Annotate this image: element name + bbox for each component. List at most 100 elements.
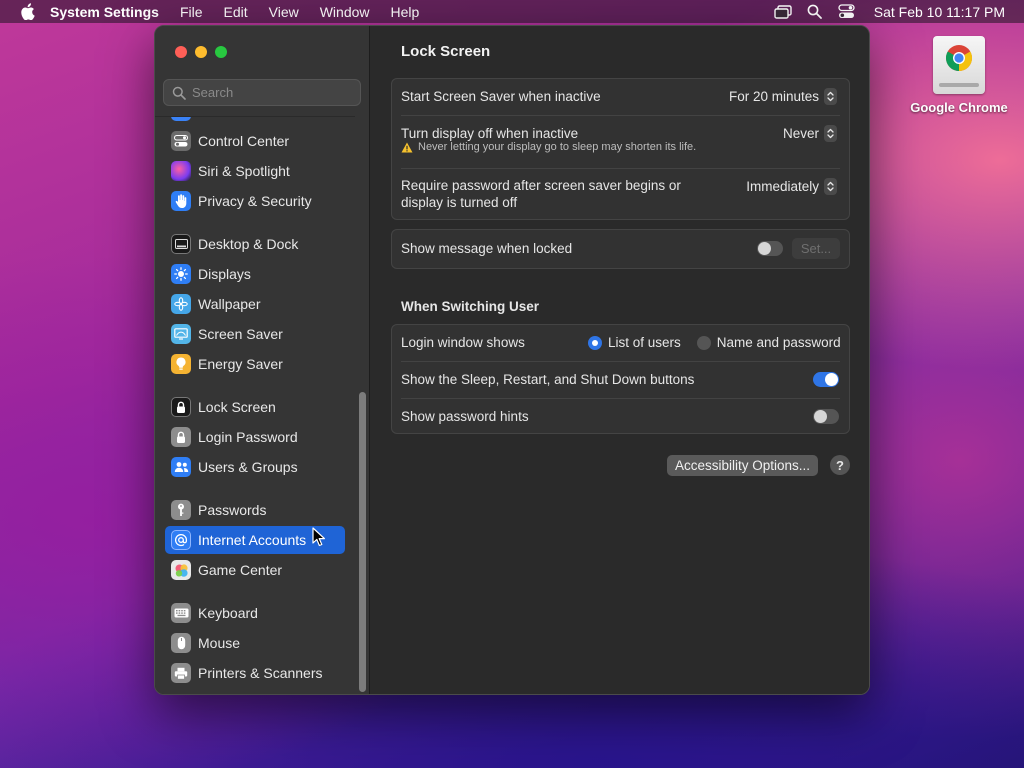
- menu-app-name[interactable]: System Settings: [50, 4, 159, 20]
- set-message-button[interactable]: Set...: [792, 238, 840, 259]
- require-password-popup[interactable]: Immediately: [746, 178, 837, 195]
- sidebar-item-privacy-security[interactable]: Privacy & Security: [165, 187, 345, 215]
- screen-saver-row: Start Screen Saver when inactive For 20 …: [392, 79, 849, 115]
- drive-slot: [939, 83, 979, 87]
- shutdown-buttons-toggle[interactable]: [813, 372, 839, 387]
- require-password-row: Require password after screen saver begi…: [392, 169, 849, 219]
- key-icon: [171, 500, 191, 520]
- sidebar-item-keyboard[interactable]: Keyboard: [165, 599, 345, 627]
- warning-text: Never letting your display go to sleep m…: [418, 141, 697, 153]
- chrome-icon: [945, 45, 973, 71]
- sidebar-item-siri-spotlight[interactable]: Siri & Spotlight: [165, 157, 345, 185]
- printer-icon: [171, 663, 191, 683]
- show-message-label: Show message when locked: [401, 241, 573, 256]
- sidebar-item-label: Siri & Spotlight: [198, 163, 290, 179]
- dock-icon: [171, 234, 191, 254]
- sidebar-item-game-center[interactable]: Game Center: [165, 556, 345, 584]
- screen-mirroring-icon[interactable]: [774, 4, 792, 20]
- siri-icon: [171, 161, 191, 181]
- search-field[interactable]: [163, 79, 361, 106]
- mouse-icon: [171, 633, 191, 653]
- sidebar-item-login-password[interactable]: Login Password: [165, 423, 345, 451]
- sidebar-item-mouse[interactable]: Mouse: [165, 629, 345, 657]
- lock-message-card: Show message when locked Set...: [391, 229, 850, 269]
- menu-window[interactable]: Window: [320, 4, 370, 20]
- menu-help[interactable]: Help: [391, 4, 420, 20]
- shutdown-buttons-row: Show the Sleep, Restart, and Shut Down b…: [392, 362, 849, 398]
- toggle-knob: [825, 373, 838, 386]
- screen-saver-popup[interactable]: For 20 minutes: [729, 88, 837, 105]
- sidebar-item-users-groups[interactable]: Users & Groups: [165, 453, 345, 481]
- minimize-button[interactable]: [195, 46, 207, 58]
- lock-icon: [171, 427, 191, 447]
- help-button[interactable]: ?: [830, 455, 850, 475]
- display-off-label: Turn display off when inactive: [401, 126, 579, 141]
- sidebar: Control Center Siri & Spotlight Privacy …: [155, 26, 370, 694]
- zoom-button[interactable]: [215, 46, 227, 58]
- sidebar-item-label: Privacy & Security: [198, 193, 312, 209]
- radio-label: Name and password: [716, 335, 841, 350]
- lightbulb-icon: [171, 354, 191, 374]
- shutdown-buttons-label: Show the Sleep, Restart, and Shut Down b…: [401, 372, 695, 387]
- sidebar-item-displays[interactable]: Displays: [165, 260, 345, 288]
- radio-dot: [588, 335, 602, 350]
- desktop-icon-google-chrome[interactable]: Google Chrome: [910, 36, 1008, 115]
- screen-saver-label: Start Screen Saver when inactive: [401, 89, 601, 104]
- sidebar-item-label: Printers & Scanners: [198, 665, 323, 681]
- radio-name-and-password[interactable]: Name and password: [696, 335, 841, 350]
- password-hints-toggle[interactable]: [813, 409, 839, 424]
- page-title: Lock Screen: [401, 43, 491, 60]
- require-password-value: Immediately: [746, 179, 819, 194]
- sidebar-item-label: Users & Groups: [198, 459, 298, 475]
- chevron-up-down-icon: [824, 178, 837, 195]
- sidebar-item-label: Screen Saver: [198, 326, 283, 342]
- login-window-radio-group: List of users Name and password: [588, 335, 841, 350]
- keyboard-icon: [171, 603, 191, 623]
- accessibility-options-button[interactable]: Accessibility Options...: [667, 455, 819, 476]
- login-window-row: Login window shows List of users Name an…: [392, 325, 849, 361]
- show-message-row: Show message when locked Set...: [392, 230, 849, 268]
- sidebar-item-wallpaper[interactable]: Wallpaper: [165, 290, 345, 318]
- search-icon: [172, 86, 186, 100]
- chevron-up-down-icon: [824, 125, 837, 142]
- sidebar-item-label: Keyboard: [198, 605, 258, 621]
- drive-icon: [933, 36, 985, 94]
- menu-file[interactable]: File: [180, 4, 203, 20]
- screen-saver-settings-card: Start Screen Saver when inactive For 20 …: [391, 78, 850, 220]
- control-center-icon: [171, 131, 191, 151]
- sidebar-item-label: Energy Saver: [198, 356, 283, 372]
- game-center-icon: [171, 560, 191, 580]
- search-input[interactable]: [192, 85, 352, 100]
- sleep-warning: Never letting your display go to sleep m…: [401, 141, 696, 153]
- menu-view[interactable]: View: [269, 4, 299, 20]
- mouse-pointer-icon: [312, 527, 325, 547]
- sidebar-list: Control Center Siri & Spotlight Privacy …: [155, 116, 355, 694]
- sidebar-scrollbar[interactable]: [359, 392, 366, 692]
- radio-dot: [696, 335, 711, 350]
- show-message-toggle[interactable]: [757, 241, 783, 256]
- screen-saver-icon: [171, 324, 191, 344]
- control-center-icon[interactable]: [838, 4, 856, 20]
- sidebar-item-lock-screen[interactable]: Lock Screen: [165, 393, 345, 421]
- sidebar-item-control-center[interactable]: Control Center: [165, 127, 345, 155]
- sidebar-item-printers-scanners[interactable]: Printers & Scanners: [165, 659, 345, 687]
- menu-edit[interactable]: Edit: [224, 4, 248, 20]
- sidebar-item-desktop-dock[interactable]: Desktop & Dock: [165, 230, 345, 258]
- desktop-icon-label: Google Chrome: [910, 100, 1008, 115]
- sidebar-item-energy-saver[interactable]: Energy Saver: [165, 350, 345, 378]
- close-button[interactable]: [175, 46, 187, 58]
- toggle-knob: [758, 242, 771, 255]
- window-controls: [175, 46, 235, 58]
- sidebar-item-screen-saver[interactable]: Screen Saver: [165, 320, 345, 348]
- login-window-label: Login window shows: [401, 335, 525, 350]
- sidebar-item-passwords[interactable]: Passwords: [165, 496, 345, 524]
- display-off-row: Turn display off when inactive Never Nev…: [392, 116, 849, 168]
- apple-menu-icon[interactable]: [19, 3, 35, 20]
- require-password-label-line1: Require password after screen saver begi…: [401, 178, 681, 193]
- screen-saver-value: For 20 minutes: [728, 89, 819, 104]
- at-icon: [171, 530, 191, 550]
- radio-list-of-users[interactable]: List of users: [588, 335, 681, 350]
- display-off-popup[interactable]: Never: [783, 125, 837, 142]
- menu-bar-clock[interactable]: Sat Feb 10 11:17 PM: [874, 4, 1005, 20]
- spotlight-search-icon[interactable]: [806, 4, 824, 20]
